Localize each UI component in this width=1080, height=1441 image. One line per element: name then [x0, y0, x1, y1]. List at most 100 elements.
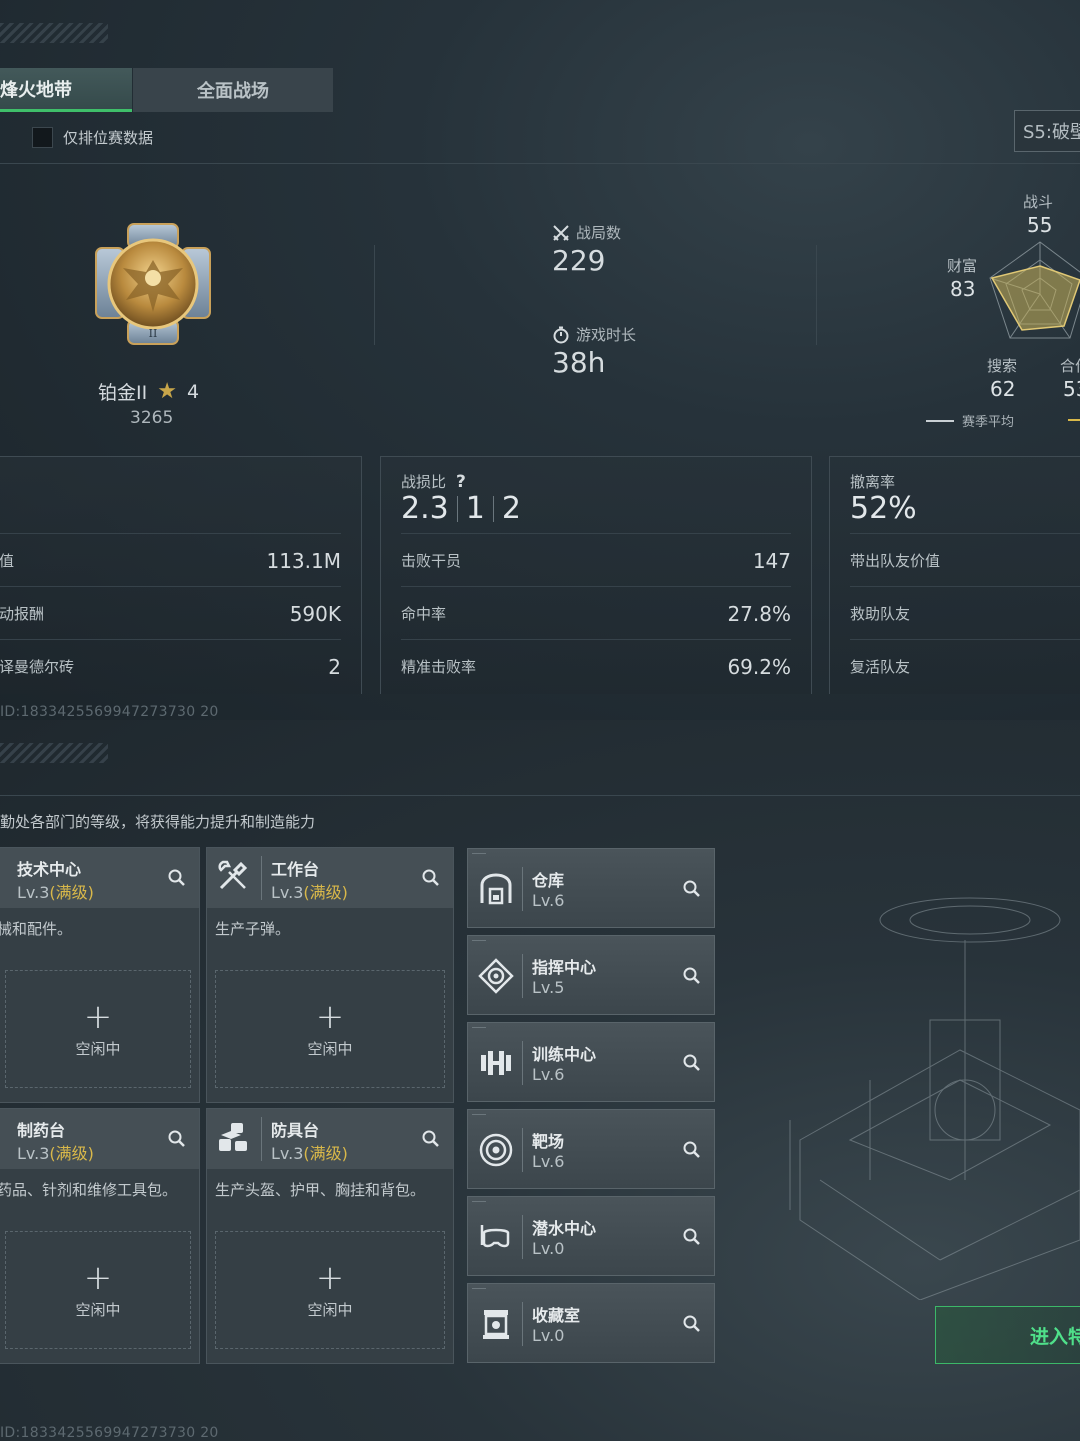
stats-divider	[816, 245, 817, 345]
search-icon[interactable]	[167, 868, 187, 888]
kd-deaths: 2	[501, 491, 521, 526]
dumbbell-icon	[481, 1051, 511, 1075]
tab-operations-zone[interactable]: 烽火地带	[0, 68, 132, 112]
idle-label: 空闲中	[75, 1300, 121, 1319]
rank-medal-icon: II	[95, 223, 211, 345]
idle-slot[interactable]: + 空闲中	[5, 970, 191, 1088]
dept-card-armor-bench[interactable]: 防具台 Lv.3(满级) 生产头盔、护甲、胸挂和背包。 + 空闲中	[206, 1108, 454, 1364]
command-emblem-icon	[478, 958, 514, 994]
hammer-wrench-icon	[218, 860, 248, 890]
dept-name: 防具台	[271, 1121, 320, 1140]
stat-row-value: 27.8%	[727, 601, 791, 626]
stat-row-value: 69.2%	[727, 654, 791, 679]
idle-slot[interactable]: + 空闲中	[215, 1231, 445, 1349]
dept-card-workbench[interactable]: 工作台 Lv.3(满级) 生产子弹。 + 空闲中	[206, 847, 454, 1103]
legend-average-line	[926, 419, 954, 422]
enter-base-button[interactable]: 进入特勤处	[935, 1306, 1080, 1364]
extract-rate-value: 52%	[850, 491, 917, 526]
svg-text:II: II	[149, 327, 158, 340]
dept-level: Lv.3(满级)	[271, 1140, 348, 1164]
idle-slot[interactable]: + 空闲中	[5, 1231, 191, 1349]
dept-name: 制药台	[17, 1121, 66, 1140]
kd-label-text: 战损比	[401, 473, 447, 491]
dept-level: Lv.6	[532, 1152, 565, 1171]
stat-row-value: 113.1M	[266, 548, 341, 573]
dept-max-tag: (满级)	[49, 883, 94, 902]
stat-row-label: 救助队友	[850, 605, 911, 623]
card-corner-mark	[472, 1027, 486, 1033]
search-icon[interactable]	[682, 1227, 702, 1247]
stat-row-label: 复活队友	[850, 658, 911, 676]
ranked-only-filter[interactable]: 仅排位赛数据	[32, 127, 153, 148]
matches-value: 229	[552, 244, 606, 277]
stats-divider	[374, 245, 375, 345]
stat-row-label: 译曼德尔砖	[0, 658, 75, 676]
dept-card-warehouse[interactable]: 仓库 Lv.6	[467, 848, 715, 928]
stat-row: 译曼德尔砖 2	[0, 639, 341, 693]
dept-name: 指挥中心	[532, 958, 597, 977]
search-icon[interactable]	[682, 879, 702, 899]
stat-row: 复活队友	[850, 639, 1080, 693]
search-icon[interactable]	[421, 1129, 441, 1149]
dept-level: Lv.0	[532, 1239, 565, 1258]
dept-icon-divider	[522, 1128, 523, 1172]
player-id: ID:1833425569947273730 20	[0, 704, 219, 720]
legend-average-label: 赛季平均	[962, 415, 1015, 430]
stat-row: 值 113.1M	[0, 533, 341, 587]
ranked-only-checkbox[interactable]	[32, 127, 53, 148]
search-icon[interactable]	[682, 1314, 702, 1334]
idle-label: 空闲中	[307, 1300, 353, 1319]
stat-row-value: 590K	[289, 601, 341, 626]
season-selector[interactable]: S5:破壁	[1014, 110, 1080, 152]
dept-description: 械和配件。	[0, 920, 73, 938]
dept-card-command-center[interactable]: 指挥中心 Lv.5	[467, 935, 715, 1015]
idle-slot[interactable]: + 空闲中	[215, 970, 445, 1088]
dept-icon-divider	[522, 1041, 523, 1085]
rank-score: 3265	[130, 408, 174, 428]
section-hatch-decoration	[0, 743, 108, 763]
card-corner-mark	[472, 1114, 486, 1120]
dept-card-tech-center[interactable]: 技术中心 Lv.3(满级) 械和配件。 + 空闲中	[0, 847, 200, 1103]
stat-row-label: 动报酬	[0, 605, 45, 623]
dept-icon-divider	[261, 1117, 262, 1161]
dept-card-collection-room[interactable]: 收藏室 Lv.0	[467, 1283, 715, 1363]
radar-label-teamwork: 合作	[1060, 357, 1080, 375]
search-icon[interactable]	[682, 1140, 702, 1160]
kd-separator	[456, 495, 458, 522]
radar-player-area	[990, 265, 1080, 331]
dept-card-shooting-range[interactable]: 靶场 Lv.6	[467, 1109, 715, 1189]
dept-level: Lv.3(满级)	[17, 1140, 94, 1164]
search-icon[interactable]	[682, 1053, 702, 1073]
stat-row-label: 命中率	[401, 605, 447, 623]
stat-row: 带出队友价值	[850, 533, 1080, 587]
playtime-label-text: 游戏时长	[576, 326, 637, 344]
dept-name: 潜水中心	[532, 1219, 597, 1238]
stat-row: 命中率 27.8%	[401, 586, 791, 640]
search-icon[interactable]	[682, 966, 702, 986]
dept-icon-divider	[522, 867, 523, 911]
plus-icon: +	[83, 996, 113, 1037]
search-icon[interactable]	[167, 1129, 187, 1149]
kd-label: 战损比 ?	[401, 471, 466, 492]
radar-label-search: 搜索	[987, 357, 1018, 375]
stat-row: 击败干员 147	[401, 533, 791, 587]
idle-label: 空闲中	[75, 1039, 121, 1058]
base-description: 勤处各部门的等级，将获得能力提升和制造能力	[0, 813, 316, 831]
dept-card-training-center[interactable]: 训练中心 Lv.6	[467, 1022, 715, 1102]
dept-card-diving-center[interactable]: 潜水中心 Lv.0	[467, 1196, 715, 1276]
kd-kills: 1	[465, 491, 485, 526]
crossed-swords-icon	[553, 224, 569, 241]
matches-label: 战局数	[552, 222, 621, 243]
base-header-divider	[0, 795, 1080, 796]
dept-name: 收藏室	[532, 1306, 581, 1325]
tab-total-warfare[interactable]: 全面战场	[133, 68, 333, 112]
help-icon[interactable]: ?	[456, 472, 466, 492]
dept-card-pharmacy[interactable]: 制药台 Lv.3(满级) 药品、针剂和维修工具包。 + 空闲中	[0, 1108, 200, 1364]
search-icon[interactable]	[421, 868, 441, 888]
tab-total-warfare-label: 全面战场	[197, 81, 269, 102]
target-icon	[479, 1133, 513, 1167]
dept-max-tag: (满级)	[303, 883, 348, 902]
plus-icon: +	[315, 996, 345, 1037]
stopwatch-icon	[553, 326, 569, 343]
radar-value-combat: 55	[1027, 213, 1053, 237]
